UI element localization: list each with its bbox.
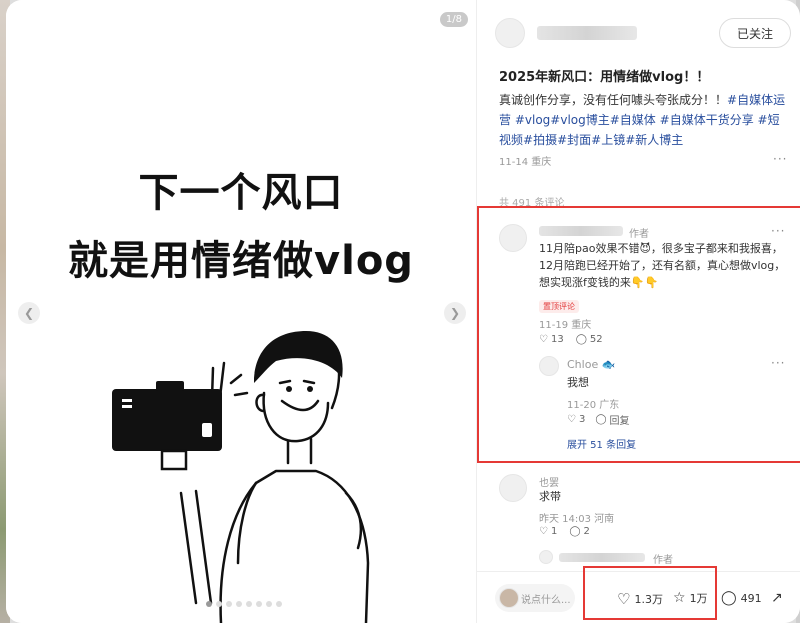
heart-icon: ♡ [617, 590, 631, 608]
commenter-avatar[interactable] [499, 474, 527, 502]
commenter-avatar[interactable] [499, 224, 527, 252]
carousel-dot[interactable] [276, 601, 282, 607]
prev-image-button[interactable]: ❮ [18, 302, 40, 324]
comment-item: 作者 ··· 11月陪pao效果不错😈，很多宝子都来和我报喜，12月陪跑已经开始… [499, 222, 789, 452]
hashtag[interactable]: #自媒体 [610, 113, 656, 127]
reply-like-button[interactable]: ♡ 3 [567, 412, 585, 427]
star-icon: ☆ [673, 590, 686, 606]
expand-replies-link[interactable]: 展开 51 条回复 [567, 436, 636, 451]
heart-icon: ♡ [539, 526, 548, 537]
carousel-dot[interactable] [236, 601, 242, 607]
reply-like-count: 3 [578, 414, 586, 425]
speech-bubble-icon: ◯ [575, 334, 587, 345]
commenter-name[interactable]: 也罢 [539, 474, 559, 489]
author-row: 已关注 [495, 16, 791, 50]
hashtag[interactable]: #上镜 [591, 133, 625, 147]
speech-bubble-icon: ◯ [595, 414, 607, 425]
speech-bubble-icon: ◯ [569, 526, 581, 537]
author-name-blurred[interactable] [537, 26, 637, 40]
comment-like-button[interactable]: ♡ 1 [539, 526, 557, 537]
carousel-dot[interactable] [266, 601, 272, 607]
hashtag[interactable]: #vlog [515, 113, 550, 127]
carousel-dot[interactable] [216, 601, 222, 607]
heart-icon: ♡ [539, 334, 548, 345]
my-avatar [499, 588, 519, 608]
collect-button[interactable]: ☆ 1万 [673, 590, 708, 606]
post-title: 2025年新风口：用情绪做vlog！！ [499, 70, 710, 85]
carousel-dot[interactable] [256, 601, 262, 607]
post-more-button[interactable]: ··· [773, 152, 787, 166]
comment-reply-button[interactable]: ◯ 2 [569, 526, 590, 537]
next-image-button[interactable]: ❯ [444, 302, 466, 324]
pinned-comment-badge: 置顶评论 [539, 300, 579, 313]
carousel-dots [206, 601, 282, 607]
page: 1/8 下一个风口 就是用情绪做vlog ❮ ❯ 已关注 2025年新风口：用情… [0, 0, 800, 623]
author-avatar[interactable] [495, 18, 525, 48]
comment-text: 求带 [539, 490, 561, 503]
note-detail-modal: 1/8 下一个风口 就是用情绪做vlog ❮ ❯ 已关注 2025年新风口：用情… [6, 0, 800, 623]
hashtag[interactable]: #封面 [557, 133, 591, 147]
image-headline-line2: 就是用情绪做vlog [68, 238, 414, 284]
image-counter: 1/8 [439, 12, 468, 27]
reply-count: 52 [589, 334, 603, 345]
comment-text: 11月陪pao效果不错😈，很多宝子都来和我报喜，12月陪跑已经开始了，还有名额，… [539, 242, 786, 289]
hashtag[interactable]: #vlog博主 [550, 113, 609, 127]
share-icon: ↗ [771, 590, 783, 606]
note-side-panel: 已关注 2025年新风口：用情绪做vlog！！ 真诚创作分享，没有任何噱头夸张成… [476, 0, 800, 623]
comment-reply-button[interactable]: ◯ 52 [576, 334, 603, 345]
comment-item: 作者 [539, 550, 779, 566]
image-headline-line1: 下一个风口 [138, 170, 344, 216]
follow-button[interactable]: 已关注 [719, 18, 791, 48]
like-button[interactable]: ♡ 1.3万 [617, 590, 663, 608]
like-count: 1 [550, 526, 558, 537]
comment-item: 也罢 求带 昨天 14:03 河南 ♡ 1 ◯ 2 [499, 472, 789, 542]
reply-avatar[interactable] [539, 356, 559, 376]
comment-more-button[interactable]: ··· [771, 224, 785, 238]
like-count: 13 [550, 334, 564, 345]
comment-actions: ♡ 13 ◯ 52 [539, 334, 603, 345]
reply-item: Chloe 🐟 ··· 我想 11-20 广东 ♡ 3 ◯ 回复 [539, 352, 789, 427]
hashtag[interactable]: #自媒体干货分享 [660, 113, 754, 127]
speech-bubble-icon: ◯ [721, 590, 737, 606]
hashtag[interactable]: #新人博主 [625, 133, 683, 147]
comment-button[interactable]: ◯ 491 [721, 590, 762, 606]
commenter-name-blurred[interactable] [559, 553, 645, 562]
carousel-dot[interactable] [246, 601, 252, 607]
comment-date-location: 昨天 14:03 河南 [539, 514, 615, 525]
post-body-text: 真诚创作分享，没有任何噱头夸张成分！！ [499, 93, 728, 107]
comment-date-location: 11-19 重庆 [539, 320, 592, 331]
post-body: 真诚创作分享，没有任何噱头夸张成分！！#自媒体运营 #vlog#vlog博主#自… [499, 90, 789, 150]
reply-name[interactable]: Chloe 🐟 [567, 358, 615, 371]
reply-reply-button[interactable]: ◯ 回复 [595, 412, 629, 427]
author-badge: 作者 [653, 555, 673, 566]
reply-more-button[interactable]: ··· [771, 356, 785, 370]
author-badge: 作者 [629, 229, 649, 240]
post-date-location: 11-14 重庆 [499, 157, 552, 168]
reply-text: 我想 [567, 376, 589, 389]
reply-reply-label: 回复 [609, 416, 630, 427]
commenter-name-blurred[interactable] [539, 226, 623, 236]
hashtag[interactable]: #拍摄 [523, 133, 557, 147]
pinned-label-wrap: 置顶评论 [539, 294, 579, 313]
reply-name-text: Chloe [567, 358, 599, 371]
chevron-left-icon: ❮ [23, 306, 35, 320]
reply-count: 2 [583, 526, 590, 537]
fish-icon: 🐟 [601, 358, 616, 371]
comment-like-button[interactable]: ♡ 13 [539, 334, 564, 345]
share-button[interactable]: ↗ [771, 590, 783, 606]
collect-total: 1万 [689, 592, 708, 605]
carousel-dot[interactable] [206, 601, 212, 607]
heart-icon: ♡ [567, 414, 576, 425]
like-total: 1.3万 [634, 593, 663, 606]
carousel-dot[interactable] [226, 601, 232, 607]
comment-total: 491 [740, 591, 762, 605]
comment-actions: ♡ 1 ◯ 2 [539, 526, 590, 537]
bottom-action-bar: 说点什么... ♡ 1.3万 ☆ 1万 ◯ 491 ↗ [477, 566, 800, 623]
image-carousel[interactable]: 1/8 下一个风口 就是用情绪做vlog ❮ ❯ [6, 0, 476, 623]
reply-actions: ♡ 3 ◯ 回复 [567, 412, 630, 427]
vlogger-illustration [112, 331, 370, 623]
reply-date-location: 11-20 广东 [567, 400, 620, 411]
chevron-right-icon: ❯ [449, 306, 461, 320]
commenter-avatar[interactable] [539, 550, 553, 564]
